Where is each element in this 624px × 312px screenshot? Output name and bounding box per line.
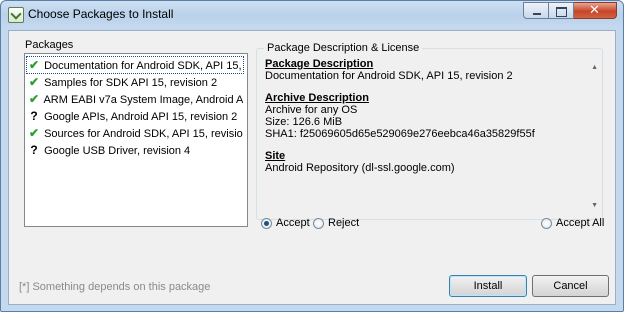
accept-all-radio-circle[interactable] — [541, 217, 552, 229]
close-button[interactable]: ✕ — [574, 2, 617, 19]
minimize-button[interactable] — [523, 2, 549, 19]
package-label: Google USB Driver, revision 4 — [44, 145, 191, 157]
accept-all-radio[interactable]: Accept All — [541, 217, 604, 229]
check-icon: ✔ — [28, 75, 40, 89]
reject-radio[interactable]: Reject — [313, 217, 359, 229]
package-label: Samples for SDK API 15, revision 2 — [44, 77, 218, 89]
check-icon: ✔ — [28, 126, 40, 140]
install-button[interactable]: Install — [449, 275, 527, 297]
site-heading: Site — [265, 150, 286, 162]
package-item[interactable]: ? Google APIs, Android API 15, revision … — [27, 108, 243, 124]
cancel-button[interactable]: Cancel — [532, 275, 609, 297]
minimize-icon — [533, 13, 541, 15]
archive-sha1-text: SHA1: f25069605d65e529069e276eebca46a358… — [265, 128, 535, 140]
check-icon: ✔ — [28, 58, 40, 72]
package-item[interactable]: ✔ ARM EABI v7a System Image, Android API… — [27, 91, 243, 107]
package-item[interactable]: ✔ Sources for Android SDK, API 15, revis… — [27, 125, 243, 141]
package-item[interactable]: ✔ Documentation for Android SDK, API 15,… — [26, 56, 244, 74]
description-panel[interactable]: Package Description Documentation for An… — [264, 54, 601, 215]
maximize-icon — [556, 7, 567, 17]
install-icon — [8, 7, 24, 23]
scroll-down-arrow-icon[interactable]: ▼ — [591, 202, 598, 209]
dialog-content: Packages ✔ Documentation for Android SDK… — [8, 30, 616, 305]
packages-label: Packages — [25, 39, 74, 51]
window-title: Choose Packages to Install — [28, 7, 174, 21]
dialog-window: Choose Packages to Install ✕ Packages ✔ … — [0, 0, 624, 312]
package-item[interactable]: ? Google USB Driver, revision 4 — [27, 142, 243, 158]
description-text: Package Description Documentation for An… — [265, 58, 583, 174]
question-icon: ? — [30, 143, 38, 157]
reject-radio-label: Reject — [328, 217, 360, 229]
title-bar[interactable]: Choose Packages to Install ✕ — [1, 1, 623, 29]
dependency-note: [*] Something depends on this package — [19, 281, 211, 293]
archive-size-text: Size: 126.6 MiB — [265, 116, 343, 128]
package-item[interactable]: ✔ Samples for SDK API 15, revision 2 — [27, 74, 243, 90]
maximize-button[interactable] — [549, 2, 574, 19]
close-icon: ✕ — [589, 3, 600, 18]
question-icon: ? — [30, 109, 38, 123]
accept-all-radio-label: Accept All — [556, 217, 605, 229]
package-label: Documentation for Android SDK, API 15, r… — [44, 60, 243, 72]
package-label: ARM EABI v7a System Image, Android API .… — [43, 94, 243, 106]
check-icon: ✔ — [28, 92, 40, 106]
description-group-label: Package Description & License — [264, 42, 423, 54]
packages-list[interactable]: ✔ Documentation for Android SDK, API 15,… — [24, 53, 248, 227]
scroll-up-arrow-icon[interactable]: ▲ — [591, 64, 598, 71]
window-controls: ✕ — [523, 2, 617, 19]
site-text: Android Repository (dl-ssl.google.com) — [265, 162, 455, 174]
accept-radio[interactable]: Accept — [261, 217, 310, 229]
accept-radio-label: Accept — [276, 217, 310, 229]
reject-radio-circle[interactable] — [313, 217, 324, 229]
archive-description-heading: Archive Description — [265, 92, 369, 104]
archive-os-text: Archive for any OS — [265, 104, 358, 116]
package-label: Google APIs, Android API 15, revision 2 — [44, 111, 238, 123]
package-label: Sources for Android SDK, API 15, revisio… — [44, 128, 243, 140]
package-description-heading: Package Description — [265, 58, 374, 70]
accept-radio-circle[interactable] — [261, 217, 272, 229]
package-description-text: Documentation for Android SDK, API 15, r… — [265, 70, 513, 82]
